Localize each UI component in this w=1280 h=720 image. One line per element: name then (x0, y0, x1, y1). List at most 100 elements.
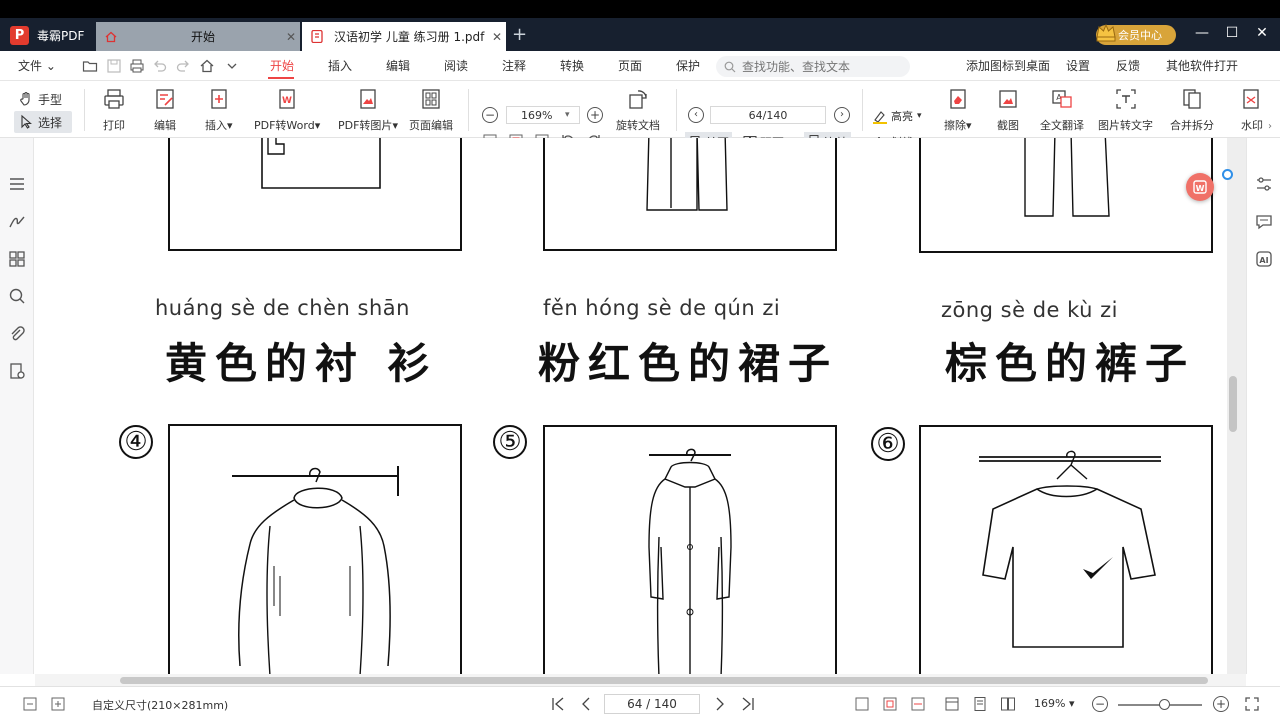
feature-search-input[interactable] (742, 59, 892, 74)
print-button[interactable]: 打印 (102, 87, 126, 133)
document-properties-icon[interactable] (8, 362, 26, 380)
hand-icon (20, 91, 30, 106)
zoom-out-button[interactable]: − (482, 107, 498, 123)
close-icon[interactable]: ✕ (282, 30, 300, 44)
settings-button[interactable]: 设置 (1066, 57, 1090, 74)
menu-icon[interactable] (8, 175, 26, 193)
zoom-slider-handle[interactable] (1159, 699, 1170, 710)
horizontal-scrollbar-thumb[interactable] (120, 677, 1208, 684)
hand-tool-button[interactable]: 手型 (14, 88, 72, 110)
page-edit-button[interactable]: 页面编辑 (409, 87, 453, 133)
shirt-drawing (261, 138, 381, 189)
page-number-field[interactable] (710, 106, 826, 124)
pdf-to-image-button[interactable]: PDF转图片▾ (338, 87, 398, 133)
vertical-scrollbar-thumb[interactable] (1229, 376, 1237, 432)
watermark-button[interactable]: 水印 (1240, 87, 1264, 133)
ribbon-toolbar: 手型 选择 打印 编辑 插入▾ W PDF转Word▾ PDF转图片▾ 页面编辑… (0, 81, 1280, 152)
home-icon[interactable] (199, 58, 215, 74)
tab-home[interactable]: 开始 ✕ (96, 22, 300, 51)
open-with-other-button[interactable]: 其他软件打开 (1166, 57, 1238, 74)
page-number-input[interactable] (718, 108, 818, 122)
sidebar-toggle-icon[interactable] (22, 696, 38, 712)
hanzi-caption-1: 黄色的衬 衫 (165, 339, 438, 388)
menu-item-start[interactable]: 开始 (270, 57, 294, 74)
first-page-icon[interactable] (550, 696, 566, 712)
thumbnails-icon[interactable] (8, 250, 26, 268)
signature-icon[interactable] (8, 213, 26, 231)
minimize-button[interactable]: — (1192, 25, 1212, 41)
redo-icon[interactable] (175, 58, 191, 74)
vip-label: 会员中心 (1118, 29, 1162, 42)
merge-split-button[interactable]: 合并拆分 (1170, 87, 1214, 133)
sliders-icon[interactable] (1255, 175, 1273, 193)
document-viewport[interactable]: huáng sè de chèn shān 黄色的衬 衫 fěn hóng sè… (35, 138, 1246, 674)
chevron-down-icon[interactable] (224, 58, 240, 74)
feature-search[interactable] (716, 56, 910, 77)
chevron-down-icon[interactable]: ▾ (565, 110, 570, 120)
highlight-button[interactable]: 高亮 ▾ (872, 108, 922, 124)
save-icon[interactable] (106, 58, 122, 74)
last-page-icon[interactable] (740, 696, 756, 712)
zoom-level-field[interactable]: ▾ (506, 106, 580, 124)
status-zoom-in-button[interactable]: + (1213, 696, 1229, 712)
search-icon[interactable] (8, 287, 26, 305)
menu-item-page[interactable]: 页面 (618, 57, 642, 74)
status-page-input[interactable] (612, 697, 692, 711)
close-icon[interactable]: ✕ (488, 30, 506, 44)
picture-frame-shirt (168, 138, 462, 251)
comment-icon[interactable] (1255, 213, 1273, 231)
previous-page-button[interactable]: ‹ (688, 107, 704, 123)
fullscreen-icon[interactable] (1244, 696, 1260, 712)
zoom-percentage-button[interactable]: 169% ▾ (1034, 697, 1074, 710)
menu-item-insert[interactable]: 插入 (328, 57, 352, 74)
double-page-view-icon[interactable] (1000, 696, 1016, 712)
undo-icon[interactable] (152, 58, 168, 74)
next-page-button[interactable]: › (834, 107, 850, 123)
maximize-button[interactable]: ☐ (1222, 25, 1242, 41)
floating-convert-button[interactable]: W (1186, 173, 1214, 201)
hanzi-caption-3: 棕色的裤子 (945, 339, 1196, 388)
actual-size-icon[interactable] (854, 696, 870, 712)
tab-document[interactable]: 汉语初学 儿童 练习册 1.pdf ✕ (302, 22, 506, 51)
status-zoom-out-button[interactable]: − (1092, 696, 1108, 712)
image-to-text-button[interactable]: 图片转文字 (1098, 87, 1153, 133)
home-icon (104, 30, 118, 44)
pinyin-caption-2: fěn hóng sè de qún zi (543, 296, 781, 320)
sweater-drawing (232, 466, 399, 674)
insert-button[interactable]: 插入▾ (205, 87, 233, 133)
new-tab-icon[interactable]: + (512, 26, 527, 44)
edit-button[interactable]: 编辑 (153, 87, 177, 133)
close-window-button[interactable]: ✕ (1252, 25, 1272, 41)
zoom-in-button[interactable]: + (587, 107, 603, 123)
merge-icon (1183, 89, 1201, 109)
menu-item-protect[interactable]: 保护 (676, 57, 700, 74)
full-translate-button[interactable]: A 全文翻译 (1040, 87, 1084, 133)
rotate-document-button[interactable]: 旋转文档 (616, 87, 660, 133)
scroll-toolbar-right-icon[interactable]: › (1268, 121, 1272, 132)
reading-mode-icon[interactable] (944, 696, 960, 712)
menu-item-edit[interactable]: 编辑 (386, 57, 410, 74)
status-page-field[interactable] (604, 694, 700, 714)
add-desktop-icon-button[interactable]: 添加图标到桌面 (966, 57, 1050, 74)
next-page-icon[interactable] (712, 696, 728, 712)
screenshot-button[interactable]: 截图 (996, 87, 1020, 133)
select-tool-button[interactable]: 选择 (14, 111, 72, 133)
single-page-view-icon[interactable] (972, 696, 988, 712)
item-number-5: ⑤ (493, 425, 527, 459)
previous-page-icon[interactable] (578, 696, 594, 712)
open-folder-icon[interactable] (82, 58, 98, 74)
ai-assistant-icon[interactable]: AI (1255, 250, 1273, 268)
print-icon[interactable] (129, 58, 145, 74)
attachment-icon[interactable] (8, 325, 26, 343)
feedback-button[interactable]: 反馈 (1116, 57, 1140, 74)
file-menu[interactable]: 文件 ⌄ (18, 57, 56, 74)
erase-button[interactable]: 擦除▾ (944, 87, 972, 133)
page-layout-icon[interactable] (50, 696, 66, 712)
zoom-level-input[interactable] (521, 108, 565, 122)
menu-item-convert[interactable]: 转换 (560, 57, 584, 74)
fit-page-icon[interactable] (882, 696, 898, 712)
menu-item-read[interactable]: 阅读 (444, 57, 468, 74)
menu-item-annotate[interactable]: 注释 (502, 57, 526, 74)
pdf-to-word-button[interactable]: W PDF转Word▾ (254, 87, 320, 133)
fit-width-icon[interactable] (910, 696, 926, 712)
